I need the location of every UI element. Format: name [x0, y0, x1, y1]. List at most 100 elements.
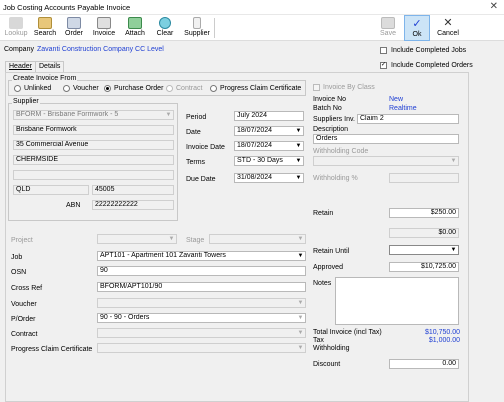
purchase-order-radio[interactable] — [104, 85, 111, 92]
chevron-down-icon: ▼ — [297, 345, 304, 351]
unlinked-radio-label: Unlinked — [24, 85, 52, 92]
notes-label: Notes — [313, 280, 332, 287]
include-completed-jobs-label: Include Completed Jobs — [391, 47, 467, 54]
tab-details[interactable]: Details — [35, 61, 65, 72]
invoice-date-value: 18/07/2024 — [237, 142, 273, 149]
withholding-label: Withholding — [313, 345, 350, 352]
voucher-radio[interactable] — [63, 85, 70, 92]
job-value: APT101 - Apartment 101 Zavanti Towers — [100, 252, 226, 259]
supplier-select[interactable]: BFORM - Brisbane Formwork - 5 ▼ — [13, 110, 174, 120]
ok-button[interactable]: ✓ Ok — [404, 15, 430, 41]
supplier-code-value: BFORM - Brisbane Formwork - 5 — [16, 111, 119, 118]
chevron-down-icon[interactable]: ▼ — [296, 252, 305, 260]
chevron-down-icon: ▼ — [297, 330, 304, 336]
lookup-icon — [9, 17, 23, 29]
toolbar-separator — [214, 18, 215, 38]
chevron-down-icon: ▼ — [165, 112, 172, 118]
order-button[interactable]: Order — [61, 15, 87, 41]
tab-header[interactable]: Header — [5, 61, 36, 72]
porder-label: P/Order — [11, 316, 36, 323]
tax-value: $1,000.00 — [428, 337, 460, 344]
invoice-button[interactable]: Invoice — [89, 15, 119, 41]
invoice-no-value: New — [389, 96, 404, 103]
stage-select[interactable]: ▼ — [209, 234, 306, 244]
terms-value: STD - 30 Days — [237, 157, 283, 164]
chevron-down-icon[interactable]: ▼ — [294, 157, 303, 165]
unlinked-radio[interactable] — [14, 85, 21, 92]
title-bar: Job Costing Accounts Payable Invoice ✕ — [0, 0, 504, 15]
contract-select[interactable]: ▼ — [97, 328, 306, 338]
total-invoice-label: Total Invoice (incl Tax) — [313, 329, 382, 336]
progress-claim-radio-label: Progress Claim Certificate — [220, 85, 302, 92]
progress-claim-label: Progress Claim Certificate — [11, 346, 93, 353]
attach-button[interactable]: Attach — [122, 15, 148, 41]
invoice-date-picker[interactable]: 18/07/2024 ▼ — [234, 141, 304, 151]
supplier-postcode: 45005 — [92, 185, 174, 195]
supplier-address-line-1: 35 Commercial Avenue — [13, 140, 174, 150]
date-value: 18/07/2024 — [237, 127, 273, 134]
job-select[interactable]: APT101 - Apartment 101 Zavanti Towers ▼ — [97, 251, 306, 261]
invoice-by-class-checkbox[interactable] — [313, 84, 320, 91]
period-field[interactable]: July 2024 — [234, 111, 304, 121]
batch-no-value: Realtime — [389, 105, 417, 112]
discount-input[interactable]: 0.00 — [389, 359, 459, 369]
chevron-down-icon[interactable]: ▼ — [296, 314, 305, 322]
progress-claim-select[interactable]: ▼ — [97, 343, 306, 353]
abn-label: ABN — [66, 202, 81, 209]
withholding-code-select[interactable]: ▼ — [313, 156, 459, 166]
retain-input[interactable]: $250.00 — [389, 208, 459, 218]
retain-sub-amount: $0.00 — [389, 228, 459, 238]
clear-button[interactable]: Clear — [152, 15, 178, 41]
cancel-button[interactable]: ✕ Cancel — [434, 15, 462, 41]
suppliers-inv-input[interactable]: Claim 2 — [357, 114, 459, 124]
search-button[interactable]: Search — [31, 15, 59, 41]
approved-label: Approved — [313, 264, 343, 271]
supplier-button[interactable]: Supplier — [182, 15, 212, 41]
retain-label: Retain — [313, 210, 334, 217]
supplier-icon — [193, 17, 201, 29]
retain-until-picker[interactable]: ▼ — [389, 245, 459, 255]
voucher-select[interactable]: ▼ — [97, 298, 306, 308]
close-window-icon[interactable]: ✕ — [490, 1, 498, 12]
create-invoice-from-label: Create Invoice From — [12, 75, 78, 82]
withholding-code-label: Withholding Code — [313, 148, 369, 155]
suppliers-inv-label: Suppliers Inv. — [313, 116, 355, 123]
contract-radio[interactable] — [166, 85, 173, 92]
chevron-down-icon[interactable]: ▼ — [294, 142, 303, 150]
clear-icon — [159, 17, 171, 29]
terms-select[interactable]: STD - 30 Days ▼ — [234, 156, 304, 166]
project-select[interactable]: ▼ — [97, 234, 177, 244]
chevron-down-icon[interactable]: ▼ — [294, 127, 303, 135]
invoice-icon — [97, 17, 111, 29]
cross-ref-input[interactable]: BFORM/APT101/90 — [97, 282, 306, 292]
include-completed-jobs-checkbox[interactable] — [380, 47, 387, 54]
toolbar: Lookup Search Order Invoice Attach Clear… — [0, 15, 504, 41]
save-button[interactable]: Save — [376, 15, 400, 41]
purchase-order-radio-label: Purchase Order — [114, 85, 164, 92]
include-completed-orders-checkbox[interactable]: ✓ — [380, 62, 387, 69]
lookup-button[interactable]: Lookup — [2, 15, 30, 41]
withholding-pct-input[interactable] — [389, 173, 459, 183]
due-date-value: 31/08/2024 — [237, 174, 273, 181]
supplier-address-line-3 — [13, 170, 174, 180]
date-picker[interactable]: 18/07/2024 ▼ — [234, 126, 304, 136]
chevron-down-icon[interactable]: ▼ — [449, 246, 458, 254]
supplier-name-field: Brisbane Formwork — [13, 125, 174, 135]
chevron-down-icon: ▼ — [450, 158, 457, 164]
company-value: Zavanti Construction Company CC Level — [37, 46, 164, 53]
description-input[interactable]: Orders — [313, 134, 459, 144]
total-invoice-value: $10,750.00 — [424, 329, 460, 336]
invoice-by-class-label: Invoice By Class — [323, 84, 375, 91]
porder-select[interactable]: 90 - 90 - Orders ▼ — [97, 313, 306, 323]
chevron-down-icon: ▼ — [297, 236, 304, 242]
osn-input[interactable]: 90 — [97, 266, 306, 276]
chevron-down-icon[interactable]: ▼ — [294, 174, 303, 182]
supplier-state: QLD — [13, 185, 89, 195]
notes-textarea[interactable] — [335, 277, 459, 325]
progress-claim-radio[interactable] — [210, 85, 217, 92]
order-icon — [67, 17, 81, 29]
due-date-picker[interactable]: 31/08/2024 ▼ — [234, 173, 304, 183]
contract-radio-label: Contract — [176, 85, 203, 92]
cancel-icon: ✕ — [443, 17, 453, 29]
approved-input[interactable]: $10,725.00 — [389, 262, 459, 272]
